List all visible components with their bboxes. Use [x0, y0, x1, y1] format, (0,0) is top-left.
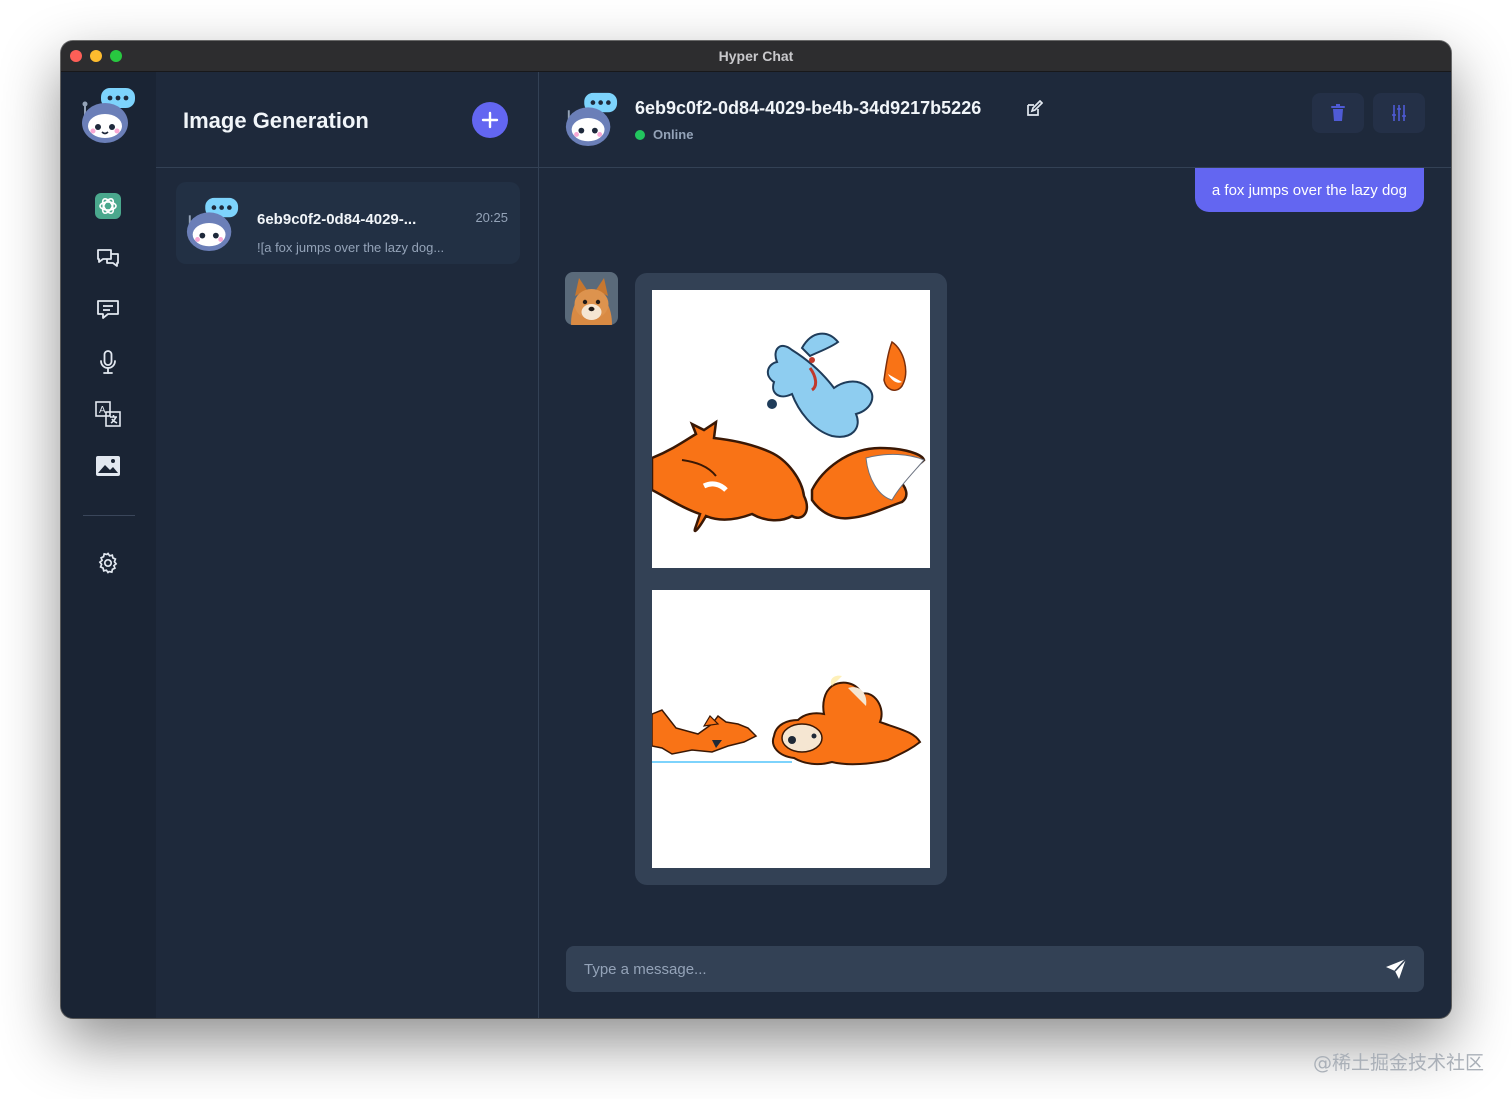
message-composer	[566, 946, 1424, 992]
app-logo	[79, 86, 137, 149]
assistant-avatar	[565, 272, 618, 325]
avatar	[563, 91, 619, 152]
user-message-bubble: a fox jumps over the lazy dog	[1194, 168, 1424, 212]
conversation-time: 20:25	[475, 210, 508, 225]
user-message-text: a fox jumps over the lazy dog	[1211, 181, 1407, 199]
chat-panel: 6eb9c0f2-0d84-4029-be4b-34d9217b5226 Onl…	[539, 72, 1451, 1018]
app-window: Hyper Chat A Image Generation 6eb9c0f2-0…	[61, 41, 1451, 1018]
conversation-name: 6eb9c0f2-0d84-4029-...	[257, 211, 417, 228]
microphone-icon[interactable]	[94, 348, 122, 376]
nav-rail: A	[61, 72, 157, 1018]
image-icon[interactable]	[94, 452, 122, 480]
window-title: Hyper Chat	[718, 48, 794, 64]
title-bar: Hyper Chat	[61, 41, 1451, 72]
gear-icon[interactable]	[94, 549, 122, 577]
page-title: Image Generation	[183, 108, 369, 133]
new-conversation-button[interactable]	[472, 102, 508, 138]
delete-button[interactable]	[1312, 93, 1364, 133]
edit-title-icon[interactable]	[1025, 99, 1044, 123]
chat-title: 6eb9c0f2-0d84-4029-be4b-34d9217b5226	[635, 98, 982, 118]
watermark: @稀土掘金技术社区	[1312, 1052, 1484, 1074]
generated-image[interactable]	[652, 590, 930, 868]
settings-adjust-button[interactable]	[1373, 93, 1425, 133]
openai-icon[interactable]	[94, 192, 122, 220]
sliders-icon	[1392, 105, 1406, 121]
list-header: Image Generation	[156, 72, 538, 168]
status-text: Online	[653, 127, 694, 142]
avatar	[184, 196, 240, 257]
trash-icon	[1331, 104, 1345, 121]
chat-header: 6eb9c0f2-0d84-4029-be4b-34d9217b5226 Onl…	[539, 72, 1451, 168]
chat-bubbles-icon[interactable]	[94, 244, 122, 272]
svg-text:A: A	[99, 405, 106, 416]
zoom-window-button[interactable]	[110, 50, 122, 62]
conversation-preview: ![a fox jumps over the lazy dog...	[257, 240, 445, 255]
send-icon	[1386, 958, 1407, 979]
send-button[interactable]	[1382, 956, 1410, 982]
window-controls	[70, 50, 122, 62]
list-item[interactable]: 6eb9c0f2-0d84-4029-... 20:25 ![a fox jum…	[176, 182, 520, 264]
close-window-button[interactable]	[70, 50, 82, 62]
status-indicator: Online	[635, 127, 693, 142]
plus-icon	[481, 111, 499, 129]
translate-icon[interactable]: A	[94, 400, 122, 428]
conversation-list-panel: Image Generation 6eb9c0f2-0d84-4029-... …	[156, 72, 539, 1018]
message-icon[interactable]	[94, 296, 122, 324]
minimize-window-button[interactable]	[90, 50, 102, 62]
generated-image[interactable]	[652, 290, 930, 568]
online-dot	[635, 129, 645, 140]
assistant-message-card	[635, 273, 947, 885]
message-input[interactable]	[566, 946, 1382, 992]
rail-divider	[83, 515, 135, 516]
